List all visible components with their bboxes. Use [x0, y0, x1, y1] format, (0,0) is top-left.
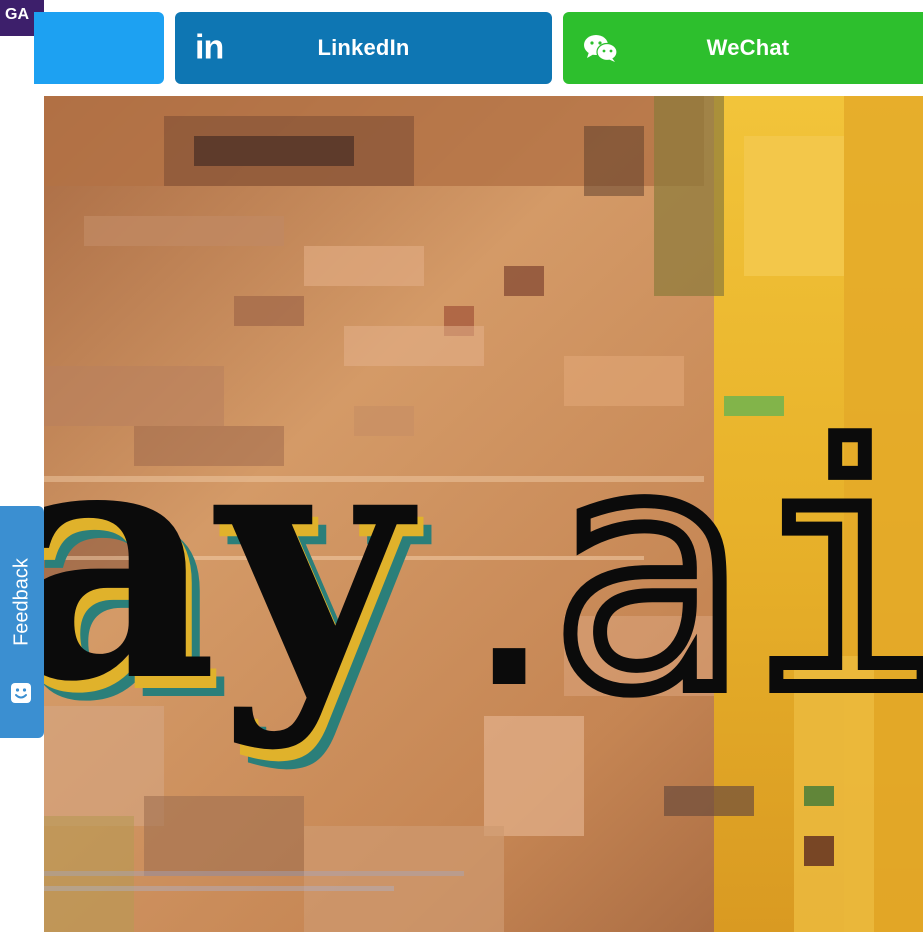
feedback-label: Feedback — [10, 558, 33, 646]
linkedin-share-button[interactable]: in LinkedIn — [175, 12, 552, 84]
hero-artwork: ay ay ay . ai — [44, 96, 923, 932]
page: GA in LinkedIn WeChat ay ay ay . ai Feed… — [0, 0, 923, 937]
linkedin-icon: in — [195, 28, 224, 67]
wordmark-ai: ai — [549, 380, 923, 764]
twitter-share-button[interactable] — [34, 12, 164, 84]
share-buttons-row: in LinkedIn WeChat — [34, 12, 923, 84]
smiley-icon — [11, 683, 31, 703]
wechat-icon — [583, 33, 619, 63]
feedback-tab[interactable]: Feedback — [0, 506, 44, 738]
wechat-share-button[interactable]: WeChat — [563, 12, 923, 84]
hero-glitch-image: ay ay ay . ai — [44, 96, 923, 932]
linkedin-share-label: LinkedIn — [317, 35, 410, 60]
wordmark-ay: ay ay ay — [44, 366, 433, 774]
svg-text:ay: ay — [44, 366, 419, 754]
